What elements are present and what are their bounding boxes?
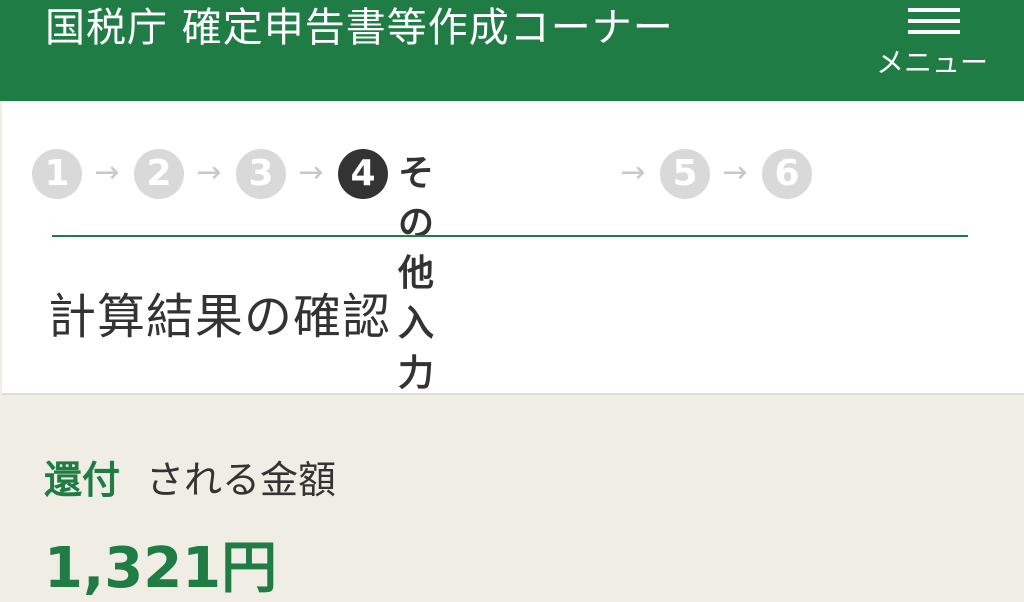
step-6: 6 [762,149,812,199]
step-1: 1 [32,149,82,199]
hamburger-icon [908,8,960,34]
step-4-active: 4 [338,149,388,199]
refund-heading: 還付 される金額 [44,456,336,504]
step-arrow: → [722,155,748,190]
app-header: 国税庁 確定申告書等作成コーナー メニュー [0,0,1024,101]
step-arrow: → [196,155,222,190]
menu-button[interactable]: メニュー [870,4,994,86]
divider [52,235,968,237]
refund-label-rest: される金額 [146,458,337,502]
content-card: 1 → 2 → 3 → 4 その他入力 → 5 → 6 計算結果の確認 [2,101,1024,395]
step-arrow: → [298,155,324,190]
step-arrow: → [620,155,646,190]
app-title: 国税庁 確定申告書等作成コーナー [45,5,674,51]
step-3: 3 [236,149,286,199]
step-2: 2 [134,149,184,199]
menu-label: メニュー [875,46,988,79]
step-4-label: その他入力 [398,153,435,394]
refund-amount: 1,321円 [44,536,278,601]
page-title: 計算結果の確認 [48,289,392,345]
step-5: 5 [660,149,710,199]
step-arrow: → [94,155,120,190]
refund-label-strong: 還付 [44,458,121,502]
